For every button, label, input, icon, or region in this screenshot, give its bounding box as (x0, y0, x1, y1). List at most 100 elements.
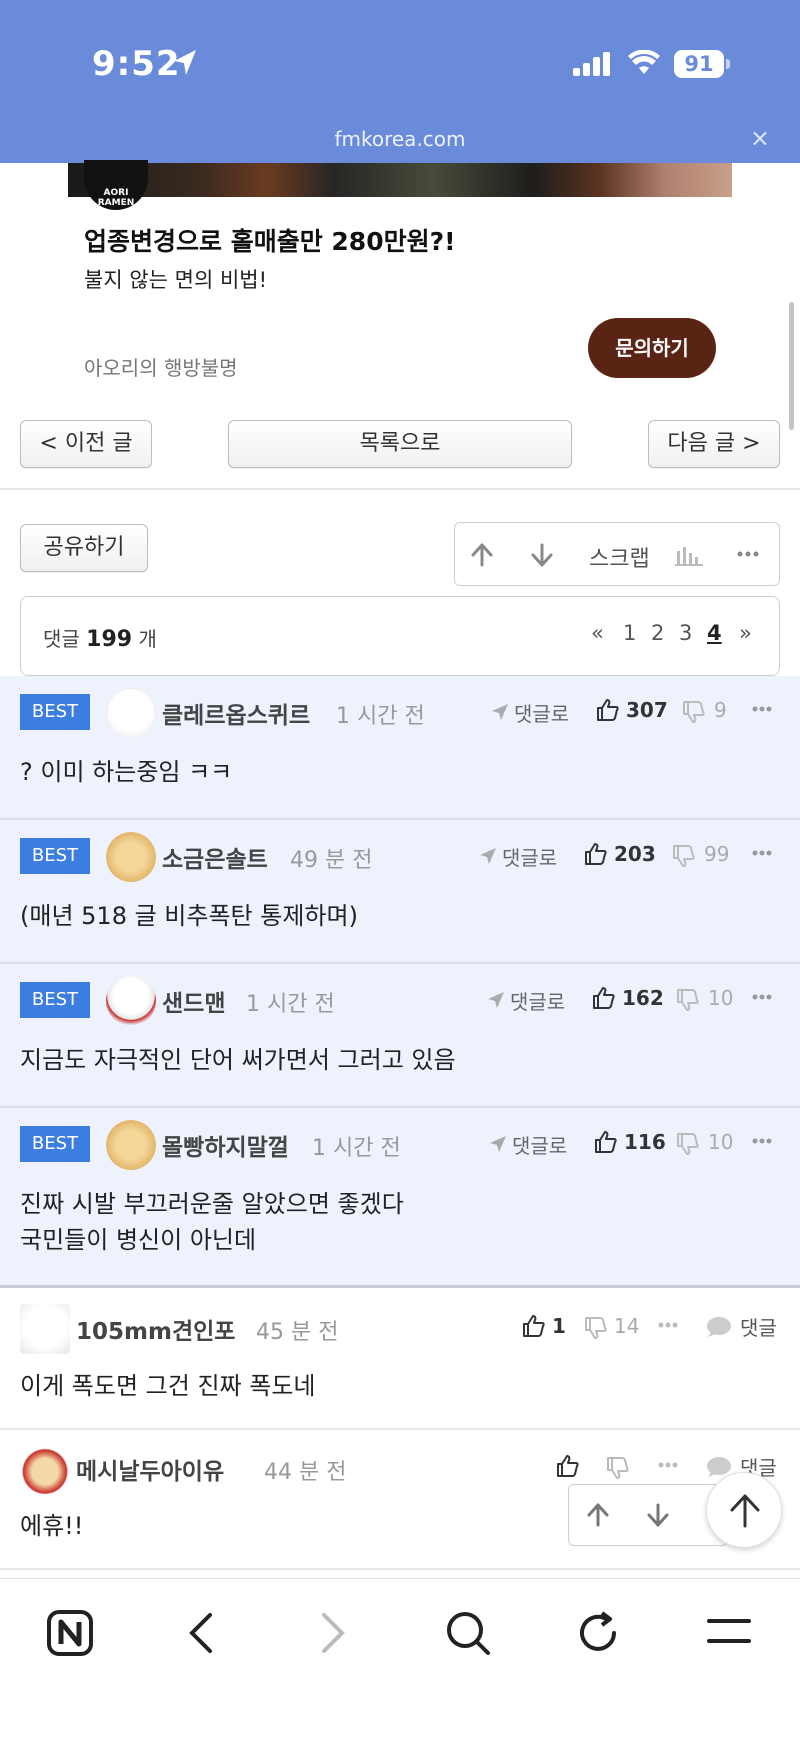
comment-text: 에휴!! (20, 1512, 84, 1540)
next-post-button[interactable]: 다음 글 > (648, 420, 780, 468)
avatar[interactable] (106, 688, 156, 738)
battery-tip (726, 59, 730, 69)
forward-chevron-icon[interactable] (318, 1609, 348, 1657)
upvote-arrow-icon[interactable] (471, 543, 493, 567)
comment-author[interactable]: 소금은솔트 (162, 840, 268, 874)
downvote-count: 99 (704, 842, 730, 866)
thumbs-up-icon[interactable] (556, 1454, 580, 1478)
more-icon[interactable] (752, 994, 772, 1000)
scroll-to-top-button[interactable] (706, 1472, 782, 1548)
thumbs-down-icon[interactable] (584, 1316, 608, 1340)
battery-indicator: 91 (674, 50, 724, 78)
reply-arrow-icon[interactable] (486, 990, 506, 1010)
ad-banner-image[interactable] (68, 163, 732, 197)
reply-button[interactable]: 댓글로 (512, 1130, 567, 1159)
ad-title[interactable]: 업종변경으로 홀매출만 280만원?! (84, 222, 456, 258)
naver-home-icon[interactable] (46, 1609, 94, 1657)
url-label[interactable]: fmkorea.com (0, 127, 800, 151)
scrollbar[interactable] (789, 302, 794, 430)
thumbs-down-icon[interactable] (682, 700, 706, 724)
more-icon[interactable] (658, 1462, 678, 1468)
status-bar: 9:52 91 fmkorea.com × (0, 0, 800, 163)
ad-subtitle: 불지 않는 면의 비법! (84, 268, 268, 292)
speech-bubble-icon[interactable] (706, 1316, 732, 1338)
floating-scroll-bar (568, 1484, 728, 1546)
upvote-count: 116 (624, 1130, 666, 1154)
search-icon[interactable] (444, 1609, 492, 1657)
scrap-button[interactable]: 스크랩 (589, 541, 650, 573)
thumbs-down-icon[interactable] (606, 1456, 630, 1480)
avatar[interactable] (20, 1444, 70, 1494)
more-icon[interactable] (752, 706, 772, 712)
reply-button[interactable]: 댓글로 (502, 842, 557, 871)
page-4-current[interactable]: 4 (707, 621, 722, 645)
thumbs-down-icon[interactable] (672, 844, 696, 868)
comment-text: ? 이미 하는중임 ㅋㅋ (20, 758, 233, 786)
reply-arrow-icon[interactable] (490, 702, 510, 722)
more-icon[interactable] (752, 850, 772, 856)
clock: 9:52 (92, 44, 181, 84)
downvote-arrow-icon[interactable] (531, 543, 553, 567)
thumbs-down-icon[interactable] (676, 1132, 700, 1156)
upvote-count: 203 (614, 842, 656, 866)
best-badge: BEST (20, 982, 90, 1018)
best-badge: BEST (20, 1126, 90, 1162)
comment-text: (매년 518 글 비추폭탄 통제하며) (20, 902, 358, 930)
ad-contact-button[interactable]: 문의하기 (588, 318, 716, 378)
reply-button[interactable]: 댓글로 (514, 698, 569, 727)
ad-logo: AORI RAMEN (84, 160, 148, 210)
comment-pagination-bar: 댓글 199 개 « 1 2 3 4 » (20, 596, 780, 676)
more-icon[interactable] (737, 551, 759, 557)
comment-author[interactable]: 메시날두아이유 (76, 1452, 224, 1486)
browser-toolbar (0, 1578, 800, 1740)
page-1[interactable]: 1 (623, 621, 636, 645)
signal-icon (573, 52, 610, 76)
comment-author[interactable]: 샌드맨 (162, 984, 225, 1018)
scroll-up-arrow-icon[interactable] (587, 1503, 609, 1527)
page-3[interactable]: 3 (679, 621, 692, 645)
share-button[interactable]: 공유하기 (20, 524, 148, 572)
thumbs-up-icon[interactable] (596, 698, 620, 722)
list-button[interactable]: 목록으로 (228, 420, 572, 468)
wifi-icon (628, 50, 660, 74)
downvote-count: 10 (708, 986, 734, 1010)
avatar[interactable] (106, 1120, 156, 1170)
more-icon[interactable] (752, 1138, 772, 1144)
thumbs-up-icon[interactable] (594, 1130, 618, 1154)
comment-author[interactable]: 105mm견인포 (76, 1312, 235, 1346)
thumbs-down-icon[interactable] (676, 988, 700, 1012)
thumbs-up-icon[interactable] (592, 986, 616, 1010)
close-icon[interactable]: × (750, 124, 770, 152)
page-first[interactable]: « (591, 621, 604, 645)
menu-icon[interactable] (706, 1617, 752, 1645)
comment-author[interactable]: 클레르옵스퀴르 (162, 696, 310, 730)
stats-chart-icon[interactable] (675, 543, 703, 567)
comment-author[interactable]: 몰빵하지말껄 (162, 1128, 289, 1162)
thumbs-up-icon[interactable] (522, 1314, 546, 1338)
upvote-count: 307 (626, 698, 668, 722)
comment-time: 1 시간 전 (336, 704, 425, 729)
prev-post-button[interactable]: < 이전 글 (20, 420, 152, 468)
reply-button[interactable]: 댓글 (740, 1312, 777, 1341)
best-comment: BEST 소금은솔트 49 분 전 댓글로 203 99 (매년 518 글 비… (0, 820, 800, 964)
post-action-bar: 스크랩 (454, 522, 780, 586)
reply-arrow-icon[interactable] (488, 1134, 508, 1154)
avatar[interactable] (106, 976, 156, 1026)
thumbs-up-icon[interactable] (584, 842, 608, 866)
comment-time: 44 분 전 (264, 1460, 347, 1485)
upvote-count: 1 (552, 1314, 566, 1338)
comment-text-line-1: 진짜 시발 부끄러운줄 알았으면 좋겠다 (20, 1190, 404, 1218)
avatar[interactable] (20, 1304, 70, 1354)
comment-time: 1 시간 전 (312, 1136, 401, 1161)
back-chevron-icon[interactable] (186, 1609, 216, 1657)
ad-brand: 아오리의 행방불명 (84, 356, 238, 380)
refresh-icon[interactable] (576, 1609, 620, 1657)
page-last[interactable]: » (739, 621, 752, 645)
scroll-down-arrow-icon[interactable] (647, 1503, 669, 1527)
comment-time: 1 시간 전 (246, 992, 335, 1017)
avatar[interactable] (106, 832, 156, 882)
more-icon[interactable] (658, 1322, 678, 1328)
reply-arrow-icon[interactable] (478, 846, 498, 866)
reply-button[interactable]: 댓글로 (510, 986, 565, 1015)
page-2[interactable]: 2 (651, 621, 664, 645)
